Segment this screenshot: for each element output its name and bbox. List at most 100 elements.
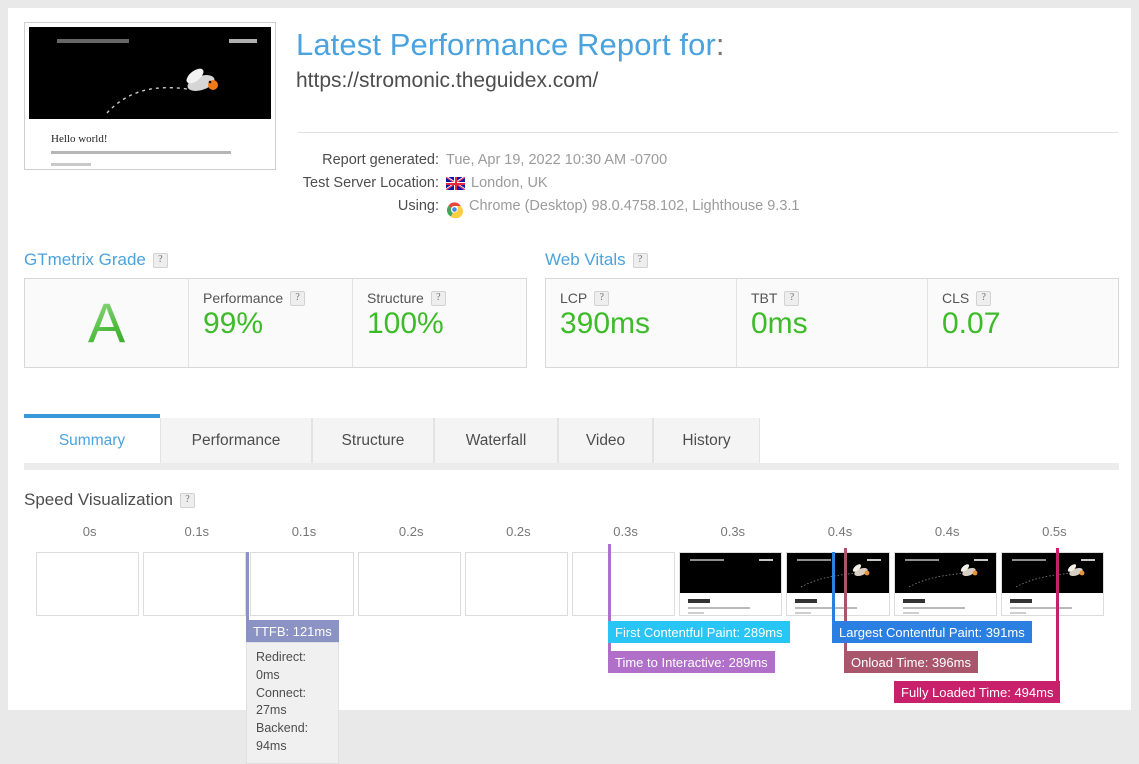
tab-video[interactable]: Video: [558, 418, 653, 463]
ttfb-connect: Connect: 27ms: [256, 685, 329, 721]
tab-label: History: [682, 432, 730, 450]
web-vitals-panel: LCP ? 390ms TBT ? 0ms CLS ? 0.07: [545, 278, 1119, 368]
filmstrip-frame[interactable]: [1001, 552, 1104, 616]
metric-value: 100%: [367, 307, 512, 341]
help-icon[interactable]: ?: [976, 291, 991, 306]
filmstrip-frame[interactable]: [143, 552, 246, 616]
meta-value: Chrome (Desktop) 98.0.4758.102, Lighthou…: [446, 197, 800, 214]
speed-visualization-title: Speed Visualization ?: [24, 490, 195, 510]
filmstrip-frame[interactable]: [358, 552, 461, 616]
web-vitals-title: Web Vitals ?: [545, 250, 648, 270]
filmstrip-frame[interactable]: [36, 552, 139, 616]
metric-lcp: LCP ? 390ms: [546, 279, 737, 367]
report-meta: Report generated: Tue, Apr 19, 2022 10:3…: [296, 148, 800, 217]
thumbnail-date: [51, 163, 91, 166]
thumbnail-hero: [29, 27, 271, 119]
help-icon[interactable]: ?: [633, 253, 648, 268]
timeline-tick: 0.3s: [679, 524, 786, 539]
help-icon[interactable]: ?: [290, 291, 305, 306]
fully-loaded-time-marker: [1056, 548, 1059, 688]
metric-label-text: CLS: [942, 290, 969, 306]
frame-hero: [1002, 553, 1103, 593]
timeline-tick: 0.2s: [465, 524, 572, 539]
metric-value: 0ms: [751, 307, 913, 341]
meta-row-server-location: Test Server Location: London, UK: [296, 171, 800, 194]
ttfb-backend: Backend: 94ms: [256, 720, 329, 756]
tab-label: Performance: [192, 432, 281, 450]
speed-visualization: 0s0.1s0.1s0.2s0.2s0.3s0.3s0.4s0.4s0.5s T…: [24, 524, 1119, 704]
metric-label: Performance ?: [203, 290, 338, 306]
meta-label: Using:: [296, 198, 446, 214]
timeline-tick: 0.4s: [894, 524, 1001, 539]
help-icon[interactable]: ?: [431, 291, 446, 306]
ttfb-redirect: Redirect: 0ms: [256, 649, 329, 685]
report-title-block: Latest Performance Report for: https://s…: [296, 28, 1119, 93]
metric-performance: Performance ? 99%: [189, 279, 353, 367]
annotation-label: TTFB: 121ms: [253, 624, 332, 639]
tab-history[interactable]: History: [653, 418, 760, 463]
tab-performance[interactable]: Performance: [160, 418, 312, 463]
annotation-onload-time[interactable]: Onload Time: 396ms: [844, 651, 978, 673]
metric-structure: Structure ? 100%: [353, 279, 526, 367]
annotation-label: Largest Contentful Paint: 391ms: [839, 625, 1025, 640]
help-icon[interactable]: ?: [153, 253, 168, 268]
frame-body: [1002, 594, 1103, 615]
metric-cls: CLS ? 0.07: [928, 279, 1118, 367]
annotation-fully-loaded-time[interactable]: Fully Loaded Time: 494ms: [894, 681, 1060, 703]
frame-hero: [680, 553, 781, 593]
meta-label: Test Server Location:: [296, 175, 446, 191]
filmstrip-frame[interactable]: [572, 552, 675, 616]
metric-tbt: TBT ? 0ms: [737, 279, 928, 367]
annotation-label: First Contentful Paint: 289ms: [615, 625, 783, 640]
metric-value: 99%: [203, 307, 338, 341]
report-header: Hello world! Latest Performance Report f…: [24, 22, 1119, 218]
tab-label: Video: [586, 432, 625, 450]
tab-summary[interactable]: Summary: [24, 414, 160, 463]
timeline-tick: 0.1s: [250, 524, 357, 539]
meta-value: Tue, Apr 19, 2022 10:30 AM -0700: [446, 152, 667, 168]
annotation-time-to-interactive[interactable]: Time to Interactive: 289ms: [608, 651, 775, 673]
metric-label-text: Performance: [203, 290, 283, 306]
help-icon[interactable]: ?: [180, 493, 195, 508]
metric-label: Structure ?: [367, 290, 512, 306]
annotation-label: Fully Loaded Time: 494ms: [901, 685, 1053, 700]
filmstrip-frame[interactable]: [786, 552, 889, 616]
tab-label: Summary: [59, 432, 125, 450]
meta-label: Report generated:: [296, 152, 446, 168]
filmstrip-frame[interactable]: [679, 552, 782, 616]
annotation-largest-contentful-paint[interactable]: Largest Contentful Paint: 391ms: [832, 621, 1032, 643]
help-icon[interactable]: ?: [594, 291, 609, 306]
meta-value-text: Tue, Apr 19, 2022 10:30 AM -0700: [446, 152, 667, 168]
page-title-text: Latest Performance Report for: [296, 27, 716, 62]
page-thumbnail[interactable]: Hello world!: [24, 22, 276, 170]
metric-label: CLS ?: [942, 290, 1104, 306]
tab-structure[interactable]: Structure: [312, 418, 434, 463]
frame-hero: [787, 553, 888, 593]
report-url[interactable]: https://stromonic.theguidex.com/: [296, 69, 1119, 93]
timeline-tick: 0.2s: [358, 524, 465, 539]
ttfb-breakdown-box: Redirect: 0ms Connect: 27ms Backend: 94m…: [246, 642, 339, 764]
thumbnail-heading: Hello world!: [51, 133, 108, 145]
header-divider: [298, 132, 1118, 133]
annotation-ttfb[interactable]: TTFB: 121ms: [246, 620, 339, 642]
grade-cell: A: [25, 279, 189, 367]
metric-label-text: Structure: [367, 290, 424, 306]
thumbnail-body: Hello world!: [29, 121, 271, 165]
tab-label: Waterfall: [466, 432, 527, 450]
filmstrip-frame[interactable]: [465, 552, 568, 616]
gtmetrix-grade-title: GTmetrix Grade ?: [24, 250, 168, 270]
meta-value: London, UK: [446, 175, 548, 191]
filmstrip-frame[interactable]: [894, 552, 997, 616]
help-icon[interactable]: ?: [784, 291, 799, 306]
chrome-icon: [446, 201, 463, 218]
meta-row-generated: Report generated: Tue, Apr 19, 2022 10:3…: [296, 148, 800, 171]
frame-hero: [895, 553, 996, 593]
metric-label-text: TBT: [751, 290, 777, 306]
timeline-tick: 0s: [36, 524, 143, 539]
report-page: Hello world! Latest Performance Report f…: [8, 8, 1131, 710]
metric-value: 390ms: [560, 307, 722, 341]
tab-waterfall[interactable]: Waterfall: [434, 418, 558, 463]
gtmetrix-grade-panel: A Performance ? 99% Structure ? 100%: [24, 278, 527, 368]
annotation-first-contentful-paint[interactable]: First Contentful Paint: 289ms: [608, 621, 790, 643]
filmstrip-frame[interactable]: [250, 552, 353, 616]
